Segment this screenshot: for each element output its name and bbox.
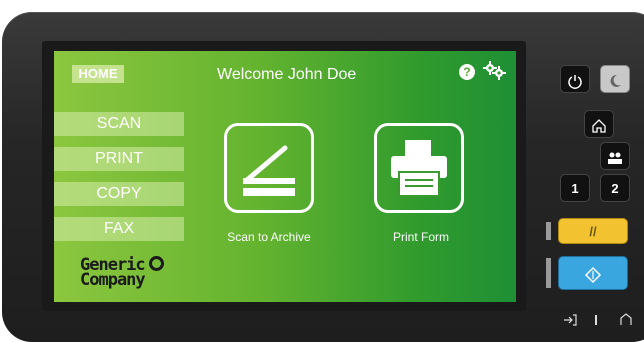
users-button[interactable] — [600, 142, 630, 170]
clear-indicator — [546, 222, 551, 240]
home-icon — [592, 118, 606, 133]
company-logo: Generic Company — [80, 256, 164, 290]
start-icon — [584, 266, 602, 283]
login-icon — [564, 314, 577, 326]
clear-icon: // — [589, 224, 597, 239]
menu-scan-button[interactable]: SCAN — [54, 112, 184, 136]
users-icon — [608, 152, 622, 164]
clear-button[interactable]: // — [558, 218, 628, 244]
scan-to-archive-tile[interactable] — [224, 123, 314, 213]
scanner-icon — [243, 145, 295, 196]
scan-to-archive-label: Scan to Archive — [227, 230, 311, 244]
touch-screen: HOME Welcome John Doe ? SCAN PRINT COPY … — [54, 51, 516, 302]
help-icon[interactable]: ? — [459, 64, 475, 80]
power-button[interactable] — [560, 65, 590, 93]
start-button[interactable] — [558, 256, 628, 290]
welcome-title: Welcome John Doe — [217, 66, 357, 83]
print-form-label: Print Form — [392, 230, 449, 244]
printer-icon — [391, 140, 447, 197]
power-icon — [568, 74, 582, 89]
logo-line2: Company — [80, 270, 146, 290]
settings-gears-icon[interactable] — [481, 60, 507, 82]
moon-icon — [610, 74, 621, 87]
home-tab[interactable]: HOME — [72, 65, 124, 83]
menu-fax-button[interactable]: FAX — [54, 217, 184, 241]
sleep-button[interactable] — [600, 65, 630, 93]
info-icon — [595, 315, 597, 325]
key-2-button[interactable]: 2 — [600, 174, 630, 202]
network-icon — [620, 313, 632, 325]
key-1-button[interactable]: 1 — [560, 174, 590, 202]
menu-copy-button[interactable]: COPY — [54, 182, 184, 206]
menu-print-button[interactable]: PRINT — [54, 147, 184, 171]
print-form-tile[interactable] — [374, 123, 464, 213]
home-button[interactable] — [584, 110, 614, 138]
start-indicator — [546, 258, 551, 288]
